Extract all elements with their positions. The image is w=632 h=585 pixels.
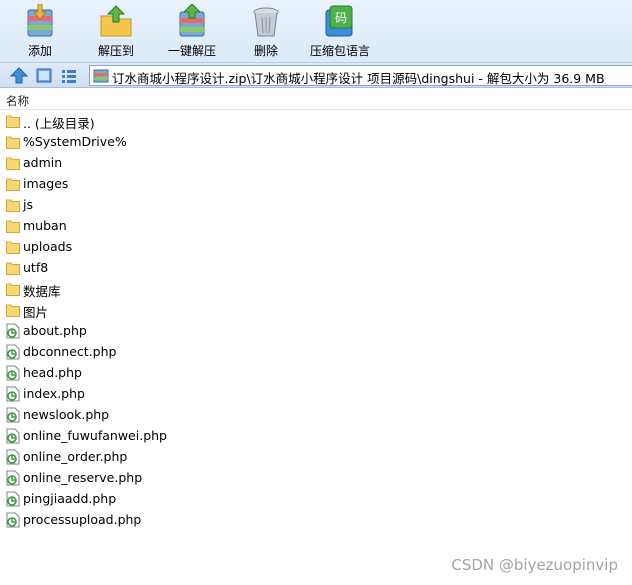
file-row[interactable]: js [0, 195, 632, 216]
file-name: dbconnect.php [23, 344, 117, 359]
path-field[interactable]: 订水商城小程序设计.zip\订水商城小程序设计 项目源码\dingshui - … [89, 65, 632, 86]
php-file-icon [6, 470, 20, 486]
file-row[interactable]: index.php [0, 384, 632, 405]
delete-button[interactable]: 删除 [226, 2, 306, 60]
file-row[interactable]: %SystemDrive% [0, 132, 632, 153]
toolbar: 添加 解压到 一键解压 删除 码 压缩包语言 [0, 0, 632, 62]
file-name: index.php [23, 386, 85, 401]
extract-to-button[interactable]: 解压到 [76, 2, 156, 60]
large-icons-view-icon[interactable] [35, 67, 53, 84]
file-row[interactable]: utf8 [0, 258, 632, 279]
delete-trash-icon [253, 7, 279, 37]
extract-to-icon [100, 5, 132, 37]
folder-icon [6, 260, 20, 276]
one-click-extract-button[interactable]: 一键解压 [152, 2, 232, 60]
file-row[interactable]: online_order.php [0, 447, 632, 468]
file-row[interactable]: 数据库 [0, 279, 632, 300]
file-name: utf8 [23, 260, 49, 275]
file-name: uploads [23, 239, 73, 254]
zip-archive-icon [93, 69, 109, 83]
folder-icon [6, 134, 20, 150]
file-name: images [23, 176, 69, 191]
file-row[interactable]: processupload.php [0, 510, 632, 531]
file-name: js [23, 197, 33, 212]
file-name: online_fuwufanwei.php [23, 428, 167, 443]
file-name: .. (上级目录) [23, 116, 95, 131]
watermark: CSDN @biyezuopinvip [451, 556, 618, 574]
file-name: 图片 [23, 305, 49, 320]
address-bar: 订水商城小程序设计.zip\订水商城小程序设计 项目源码\dingshui - … [0, 62, 632, 88]
php-file-icon [6, 365, 20, 381]
one-click-extract-icon [179, 4, 205, 37]
one-click-extract-button-label: 一键解压 [167, 44, 216, 58]
file-name: head.php [23, 365, 82, 380]
extract-to-button-label: 解压到 [97, 44, 134, 58]
folder-icon [6, 113, 20, 129]
folder-icon [6, 176, 20, 192]
php-file-icon [6, 491, 20, 507]
archive-language-badge: 码 [335, 11, 347, 25]
delete-button-label: 删除 [253, 44, 278, 58]
file-name: newslook.php [23, 407, 110, 422]
php-file-icon [6, 323, 20, 339]
file-name: about.php [23, 323, 87, 338]
up-arrow-icon[interactable] [10, 67, 28, 84]
add-button-label: 添加 [27, 44, 52, 58]
archive-language-button-label: 压缩包语言 [309, 44, 370, 58]
php-file-icon [6, 428, 20, 444]
file-row[interactable]: admin [0, 153, 632, 174]
file-row[interactable]: about.php [0, 321, 632, 342]
file-name: processupload.php [23, 512, 142, 527]
column-header: 名称 [0, 89, 632, 110]
file-row[interactable]: online_reserve.php [0, 468, 632, 489]
php-file-icon [6, 407, 20, 423]
file-row[interactable]: images [0, 174, 632, 195]
file-row[interactable]: newslook.php [0, 405, 632, 426]
add-archive-icon [27, 4, 53, 37]
folder-icon [6, 302, 20, 318]
file-row[interactable]: dbconnect.php [0, 342, 632, 363]
folder-icon [6, 197, 20, 213]
add-button[interactable]: 添加 [0, 2, 80, 60]
php-file-icon [6, 449, 20, 465]
file-name: pingjiaadd.php [23, 491, 117, 506]
archive-language-button[interactable]: 码 压缩包语言 [300, 2, 380, 60]
php-file-icon [6, 344, 20, 360]
archive-language-icon: 码 [325, 5, 353, 37]
file-name: muban [23, 218, 67, 233]
file-row[interactable]: .. (上级目录) [0, 111, 632, 132]
details-view-icon[interactable] [60, 67, 78, 84]
file-row[interactable]: online_fuwufanwei.php [0, 426, 632, 447]
php-file-icon [6, 512, 20, 528]
file-name: online_order.php [23, 449, 128, 464]
php-file-icon [6, 386, 20, 402]
folder-icon [6, 239, 20, 255]
file-row[interactable]: pingjiaadd.php [0, 489, 632, 510]
file-row[interactable]: uploads [0, 237, 632, 258]
folder-icon [6, 281, 20, 297]
folder-icon [6, 218, 20, 234]
file-row[interactable]: head.php [0, 363, 632, 384]
file-name: %SystemDrive% [23, 134, 127, 149]
file-name: 数据库 [23, 284, 61, 299]
file-row[interactable]: 图片 [0, 300, 632, 321]
file-row[interactable]: muban [0, 216, 632, 237]
folder-icon [6, 155, 20, 171]
file-name: online_reserve.php [23, 470, 143, 485]
path-text: 订水商城小程序设计.zip\订水商城小程序设计 项目源码\dingshui - … [112, 71, 605, 86]
file-name: admin [23, 155, 63, 170]
column-name-header[interactable]: 名称 [6, 93, 29, 109]
